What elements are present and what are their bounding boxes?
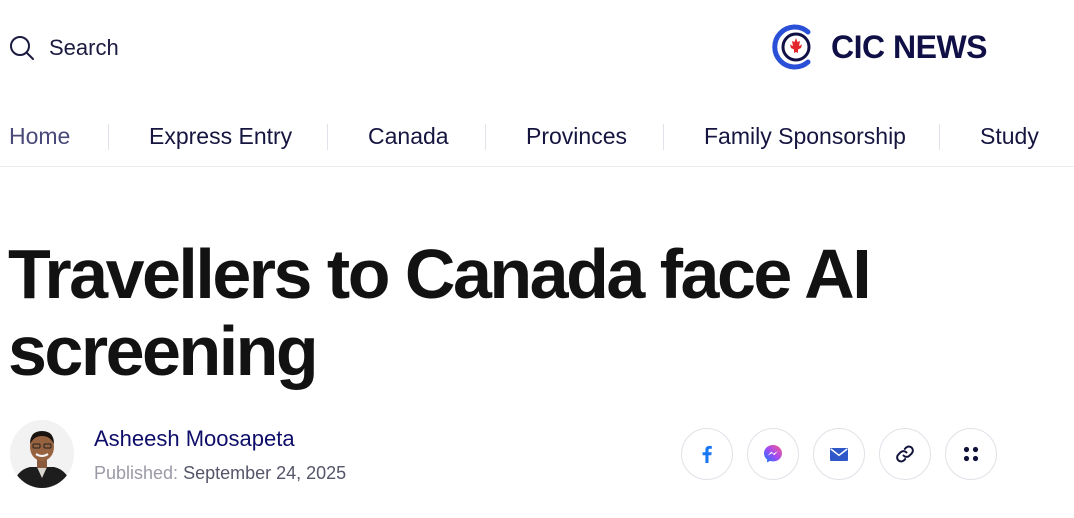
nav-item-provinces[interactable]: Provinces (526, 108, 627, 164)
nav-divider (108, 124, 109, 150)
share-messenger-button[interactable] (747, 428, 799, 480)
share-facebook-button[interactable] (681, 428, 733, 480)
copy-link-button[interactable] (879, 428, 931, 480)
link-icon (894, 443, 916, 465)
nav-item-home[interactable]: Home (9, 108, 70, 164)
more-share-options-button[interactable] (945, 428, 997, 480)
share-email-button[interactable] (813, 428, 865, 480)
article-title: Travellers to Canada face AI screening (8, 236, 1048, 390)
article-title-line-1: Travellers to Canada face AI (8, 235, 872, 313)
email-icon (828, 443, 850, 465)
nav-item-family-sponsorship[interactable]: Family Sponsorship (704, 108, 906, 164)
author-avatar[interactable] (10, 420, 74, 488)
published-info: Published: September 24, 2025 (94, 463, 346, 484)
messenger-icon (762, 443, 784, 465)
article-title-line-2: screening (8, 312, 319, 390)
nav-item-express-entry[interactable]: Express Entry (149, 108, 292, 164)
nav-divider (485, 124, 486, 150)
nav-divider (327, 124, 328, 150)
nav-item-canada[interactable]: Canada (368, 108, 449, 164)
search-icon (9, 35, 35, 61)
nav-item-study[interactable]: Study (980, 108, 1039, 164)
published-date: September 24, 2025 (183, 463, 347, 483)
nav-divider (939, 124, 940, 150)
search-button[interactable]: Search (9, 33, 119, 63)
author-name[interactable]: Asheesh Moosapeta (94, 426, 295, 452)
maple-leaf-logo-icon (770, 22, 822, 72)
more-dots-icon (960, 443, 982, 465)
facebook-icon (696, 443, 718, 465)
search-label: Search (49, 35, 119, 60)
brand-name: CIC NEWS (831, 28, 988, 65)
nav-divider (663, 124, 664, 150)
main-nav: Home Express Entry Canada Provinces Fami… (0, 108, 1074, 167)
site-logo[interactable]: CIC NEWS (770, 22, 988, 72)
published-label: Published: (94, 463, 179, 483)
